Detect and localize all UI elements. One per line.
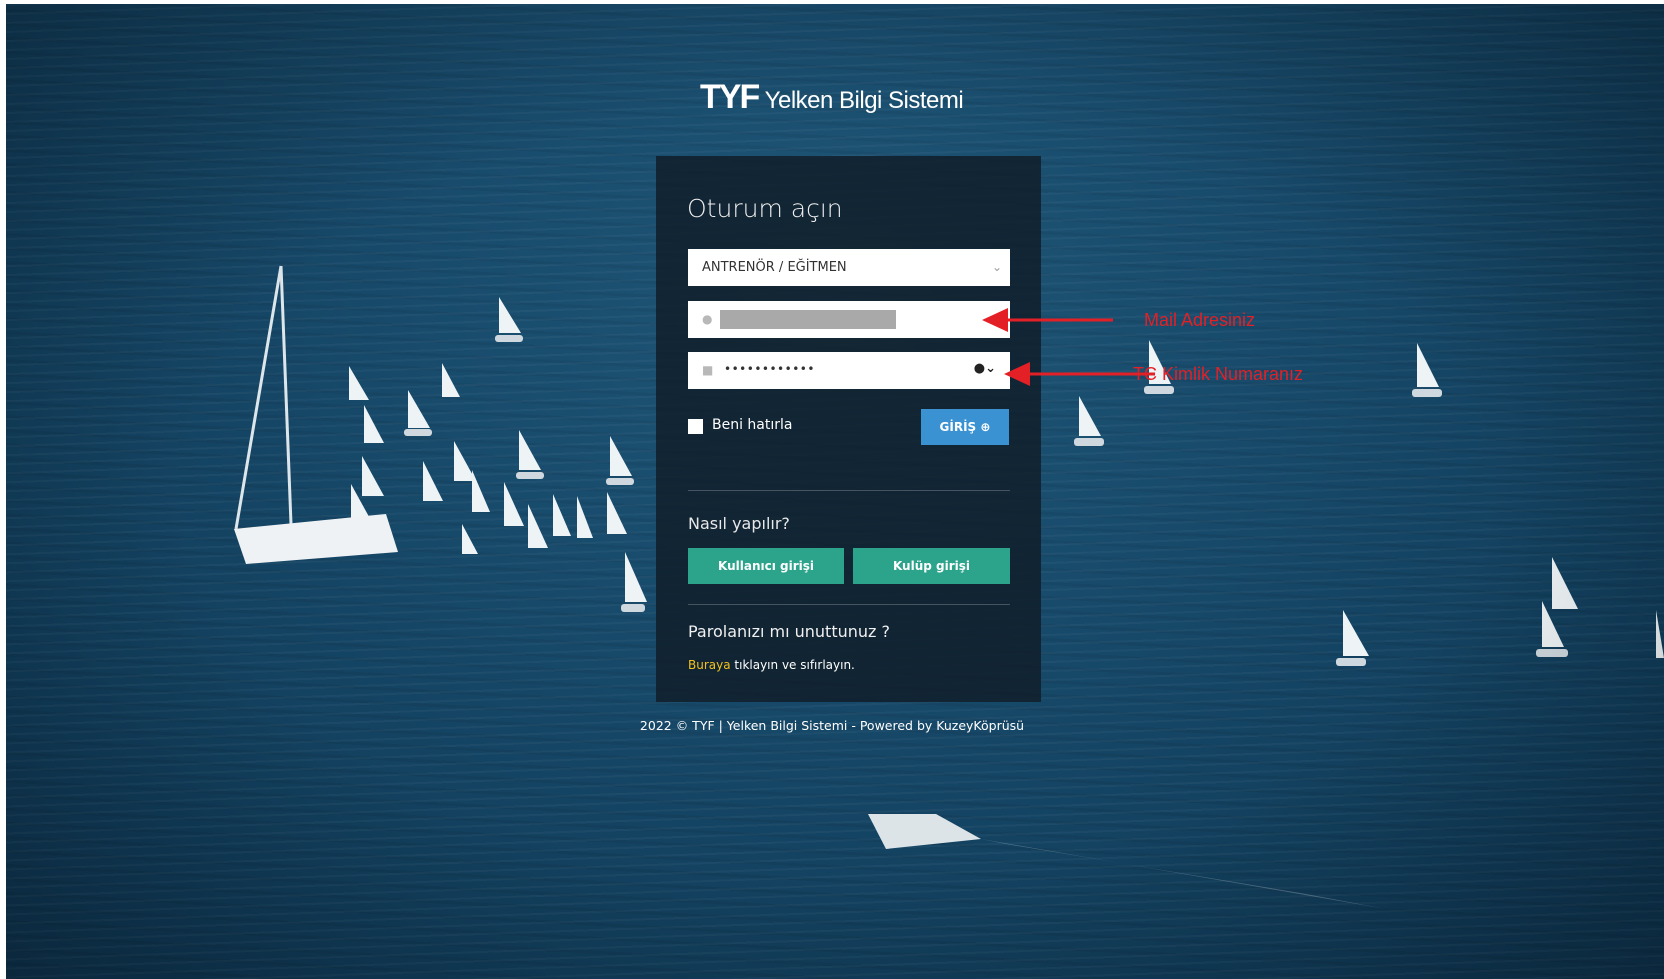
annotation-arrows bbox=[982, 308, 1155, 386]
tc-arrow-head bbox=[1004, 362, 1030, 386]
email-arrow-head bbox=[982, 308, 1008, 332]
email-annotation: Mail Adresiniz bbox=[1144, 310, 1256, 330]
tc-annotation: TC Kimlik Numaranız bbox=[1133, 364, 1304, 384]
